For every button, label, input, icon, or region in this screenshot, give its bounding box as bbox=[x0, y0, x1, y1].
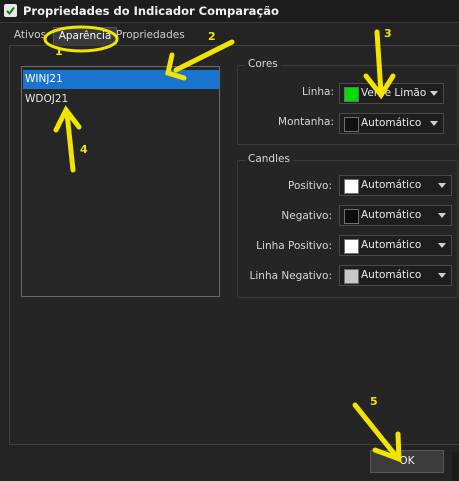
annotation-number-3: 3 bbox=[384, 27, 392, 40]
annotation-arrow-4 bbox=[53, 105, 82, 173]
annotation-arrow-5 bbox=[352, 402, 402, 463]
annotation-arrow-2 bbox=[165, 39, 235, 81]
annotation-overlay bbox=[43, 25, 402, 463]
annotation-arrow-3 bbox=[363, 29, 396, 100]
annotation-number-5: 5 bbox=[370, 395, 378, 408]
annotation-number-1: 1 bbox=[55, 45, 63, 58]
annotation-number-4: 4 bbox=[80, 143, 88, 156]
annotation-number-2: 2 bbox=[208, 30, 216, 43]
